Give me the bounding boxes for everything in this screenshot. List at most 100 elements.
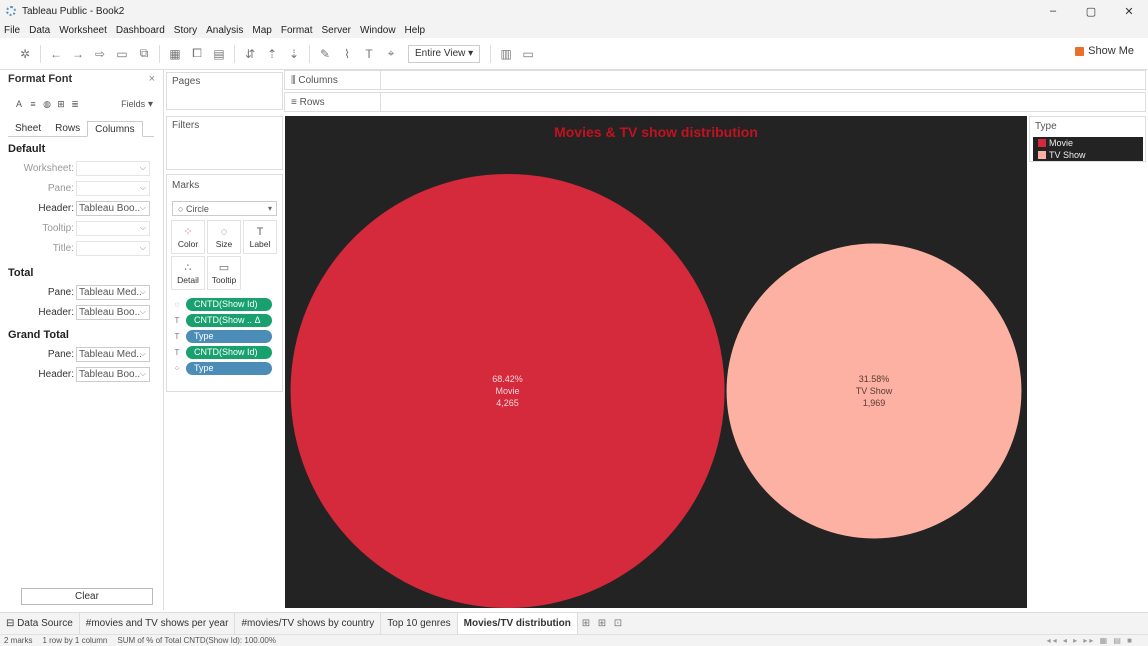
label-button[interactable]: T Label — [243, 220, 277, 254]
sheet-tab[interactable]: Top 10 genres — [381, 612, 458, 635]
title-font-select[interactable]: ⌵ — [76, 240, 150, 256]
menu-format[interactable]: Format — [281, 25, 313, 36]
marks-pill-row: T CNTD(Show Id) — [167, 344, 282, 360]
legend-item-movie[interactable]: Movie — [1033, 137, 1143, 149]
tooltip-font-select[interactable]: ⌵ — [76, 220, 150, 236]
fields-dropdown[interactable]: Fields ▾ — [121, 99, 153, 110]
size-button[interactable]: ◌ Size — [207, 220, 241, 254]
worksheet-font-select[interactable]: ⌵ — [76, 160, 150, 176]
maximize-button[interactable]: ▢ — [1072, 0, 1110, 22]
close-format-pane-icon[interactable]: × — [149, 73, 155, 85]
status-nav-icons[interactable]: ◂◂ ◂ ▸ ▸▸ ▦ ▤ ■ — [1047, 636, 1134, 645]
menu-worksheet[interactable]: Worksheet — [59, 25, 107, 36]
mark-type-dropdown[interactable]: ○ Circle ▾ — [172, 201, 277, 216]
chevron-down-icon: ⌵ — [139, 369, 146, 378]
marks-pill[interactable]: CNTD(Show .. Δ — [186, 313, 272, 327]
detail-button[interactable]: ∴ Detail — [171, 256, 205, 290]
menu-server[interactable]: Server — [322, 25, 351, 36]
color-button[interactable]: ⁘ Color — [171, 220, 205, 254]
marks-pill[interactable]: CNTD(Show Id) — [186, 345, 272, 359]
redo-icon[interactable]: → — [67, 43, 89, 65]
new-story-tab-icon[interactable]: ⊡ — [610, 618, 626, 629]
duplicate-sheet-icon[interactable]: ⧠ — [186, 43, 208, 65]
total-pane-select[interactable]: Tableau Med.. ⌵ — [76, 284, 150, 300]
chevron-down-icon: ⌵ — [139, 203, 146, 212]
menu-help[interactable]: Help — [405, 25, 426, 36]
menu-file[interactable]: File — [4, 25, 20, 36]
swap-icon[interactable]: ⇵ — [239, 43, 261, 65]
save-icon[interactable]: ▭ — [111, 43, 133, 65]
borders-format-icon[interactable]: ⊞ — [54, 99, 68, 110]
tab-sheet[interactable]: Sheet — [8, 121, 48, 136]
grand-total-pane-select[interactable]: Tableau Med.. ⌵ — [76, 346, 150, 362]
sheet-tab-active[interactable]: Movies/TV distribution — [457, 612, 578, 635]
data-label: TV Show — [856, 386, 893, 396]
pages-card-title: Pages — [172, 76, 201, 87]
circle-mark-icon: ○ — [178, 203, 186, 214]
menu-data[interactable]: Data — [29, 25, 50, 36]
pages-card[interactable]: Pages — [166, 72, 283, 110]
alignment-format-icon[interactable]: ≡ — [26, 99, 40, 109]
pane-font-label: Pane: — [47, 182, 74, 194]
undo-icon[interactable]: ← — [45, 43, 67, 65]
menu-story[interactable]: Story — [174, 25, 197, 36]
menu-window[interactable]: Window — [360, 25, 396, 36]
new-worksheet-icon[interactable]: ▦ — [164, 43, 186, 65]
marks-pill[interactable]: Type — [186, 329, 272, 343]
marks-pill[interactable]: CNTD(Show Id) — [186, 297, 272, 311]
highlight-icon[interactable]: ✎ — [314, 43, 336, 65]
sort-ascending-icon[interactable]: ⇡ — [261, 43, 283, 65]
chevron-down-icon: ⌵ — [139, 307, 146, 316]
new-worksheet-tab-icon[interactable]: ⊞ — [578, 618, 594, 629]
lines-format-icon[interactable]: ≣ — [68, 99, 82, 110]
rows-shelf[interactable]: ≡ Rows — [284, 92, 1146, 112]
menu-dashboard[interactable]: Dashboard — [116, 25, 165, 36]
menu-analysis[interactable]: Analysis — [206, 25, 243, 36]
sort-descending-icon[interactable]: ⇣ — [283, 43, 305, 65]
format-tabs: Sheet Rows Columns — [8, 121, 154, 137]
sheet-tab[interactable]: #movies/TV shows by country — [235, 612, 382, 635]
shading-format-icon[interactable]: ◍ — [40, 99, 54, 110]
new-dashboard-tab-icon[interactable]: ⊞ — [594, 618, 610, 629]
filters-card[interactable]: Filters — [166, 116, 283, 170]
clear-button[interactable]: Clear — [21, 588, 153, 605]
sheet-tab[interactable]: #movies and TV shows per year — [80, 612, 236, 635]
columns-shelf[interactable]: ⫼ Columns — [284, 70, 1146, 90]
total-header-select[interactable]: Tableau Boo.. ⌵ — [76, 304, 150, 320]
tooltip-icon: ▭ — [218, 262, 230, 274]
presentation-mode-icon[interactable]: ▭ — [517, 43, 539, 65]
fit-dropdown[interactable]: Entire View ▾ — [408, 44, 481, 63]
pin-icon[interactable]: ⌖ — [380, 43, 402, 65]
new-datasource-icon[interactable]: ⧉ — [133, 43, 155, 65]
legend-item-tv-show[interactable]: TV Show — [1033, 149, 1143, 161]
grand-total-header-select[interactable]: Tableau Boo.. ⌵ — [76, 366, 150, 382]
tooltip-label: Tooltip — [211, 275, 237, 285]
menu-map[interactable]: Map — [252, 25, 271, 36]
font-format-icon[interactable]: A — [12, 99, 26, 109]
chevron-down-icon: ⌵ — [139, 183, 146, 192]
chart-view[interactable]: Movies & TV show distribution 68.42% Movi… — [285, 116, 1027, 608]
header-font-select[interactable]: Tableau Boo.. ⌵ — [76, 200, 150, 216]
marks-pill-row: T CNTD(Show .. Δ — [167, 312, 282, 328]
tooltip-button[interactable]: ▭ Tooltip — [207, 256, 241, 290]
marks-card-title: Marks — [172, 180, 200, 191]
group-icon[interactable]: ⌇ — [336, 43, 358, 65]
close-button[interactable]: ✕ — [1110, 0, 1148, 22]
replay-icon[interactable]: ⇨ — [89, 43, 111, 65]
show-cards-icon[interactable]: ▥ — [495, 43, 517, 65]
show-me-button[interactable]: Show Me — [1075, 45, 1134, 57]
clear-sheet-icon[interactable]: ▤ — [208, 43, 230, 65]
marks-pill[interactable]: Type — [186, 361, 272, 375]
data-source-tab[interactable]: ⊟ Data Source — [0, 612, 80, 635]
total-pane-value: Tableau Med.. — [79, 286, 142, 298]
worksheet-font-label: Worksheet: — [23, 162, 74, 174]
minimize-button[interactable]: – — [1034, 0, 1072, 22]
tableau-home-icon[interactable]: ✲ — [14, 43, 36, 65]
pane-font-select[interactable]: ⌵ — [76, 180, 150, 196]
total-pane-label: Pane: — [47, 286, 74, 298]
label-toggle-icon[interactable]: T — [358, 43, 380, 65]
status-bar: 2 marks 1 row by 1 column SUM of % of To… — [0, 634, 1148, 646]
section-default-title: Default — [8, 143, 46, 155]
tab-rows[interactable]: Rows — [48, 121, 87, 136]
tab-columns[interactable]: Columns — [87, 121, 143, 137]
